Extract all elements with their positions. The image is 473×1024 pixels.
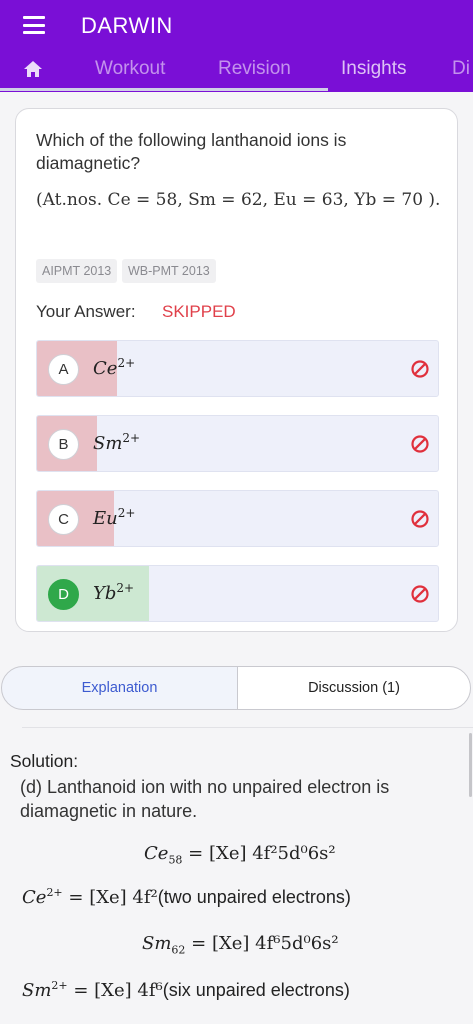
option-c[interactable]: C Eu2+ [36, 490, 439, 547]
option-letter: B [48, 429, 79, 460]
app-bar: DARWIN Workout Revision Insights Di [0, 0, 473, 92]
exam-tag: AIPMT 2013 [36, 259, 118, 283]
question-text: Which of the following lanthanoid ions i… [36, 130, 347, 173]
exam-tag: WB-PMT 2013 [122, 259, 216, 283]
not-attempted-icon [411, 435, 429, 453]
not-attempted-icon [411, 585, 429, 603]
solution-text: (d) Lanthanoid ion with no unpaired elec… [20, 777, 390, 821]
divider [22, 727, 473, 728]
discussion-tab[interactable]: Discussion (1) [237, 666, 471, 710]
tab-insights[interactable]: Insights [341, 58, 406, 80]
option-letter: C [48, 504, 79, 535]
menu-icon[interactable] [23, 16, 45, 34]
option-text: Yb2+ [93, 581, 135, 604]
scrollbar[interactable] [469, 733, 472, 797]
option-letter: A [48, 354, 79, 385]
equation-sm62: Sm62 = [Xe] 4f⁶5d⁰6s² [142, 933, 339, 957]
option-d[interactable]: D Yb2+ [36, 565, 439, 622]
option-text: Eu2+ [93, 506, 136, 529]
app-title: DARWIN [81, 13, 173, 38]
your-answer-label: Your Answer: [36, 302, 136, 321]
option-text: Ce2+ [93, 356, 136, 379]
toolbar: DARWIN [0, 0, 473, 50]
tab-bar: Workout Revision Insights Di [0, 50, 473, 92]
option-a[interactable]: A Ce2+ [36, 340, 439, 397]
not-attempted-icon [411, 510, 429, 528]
not-attempted-icon [411, 360, 429, 378]
home-icon[interactable] [23, 60, 43, 78]
tab-indicator [0, 88, 328, 91]
option-letter: D [48, 579, 79, 610]
equation-sm2plus: Sm2+ = [Xe] 4f⁶(six unpaired electrons) [22, 979, 350, 1001]
tab-revision[interactable]: Revision [218, 58, 291, 80]
question-card: Which of the following lanthanoid ions i… [15, 108, 458, 632]
equation-ce2plus: Ce2+ = [Xe] 4f²(two unpaired electrons) [22, 886, 351, 908]
option-text: Sm2+ [93, 431, 141, 454]
option-b[interactable]: B Sm2+ [36, 415, 439, 472]
explanation-discussion-toggle: Explanation Discussion (1) [1, 666, 471, 710]
solution-title: Solution: [10, 751, 79, 771]
tab-workout[interactable]: Workout [95, 58, 165, 80]
your-answer-value: SKIPPED [162, 302, 236, 321]
equation-ce58: Ce58 = [Xe] 4f²5d⁰6s² [144, 843, 336, 867]
atomic-numbers-text: (At.nos. Ce = 58, Sm = 62, Eu = 63, Yb =… [36, 190, 441, 210]
tab-partial[interactable]: Di [452, 58, 470, 80]
explanation-tab[interactable]: Explanation [1, 666, 238, 710]
